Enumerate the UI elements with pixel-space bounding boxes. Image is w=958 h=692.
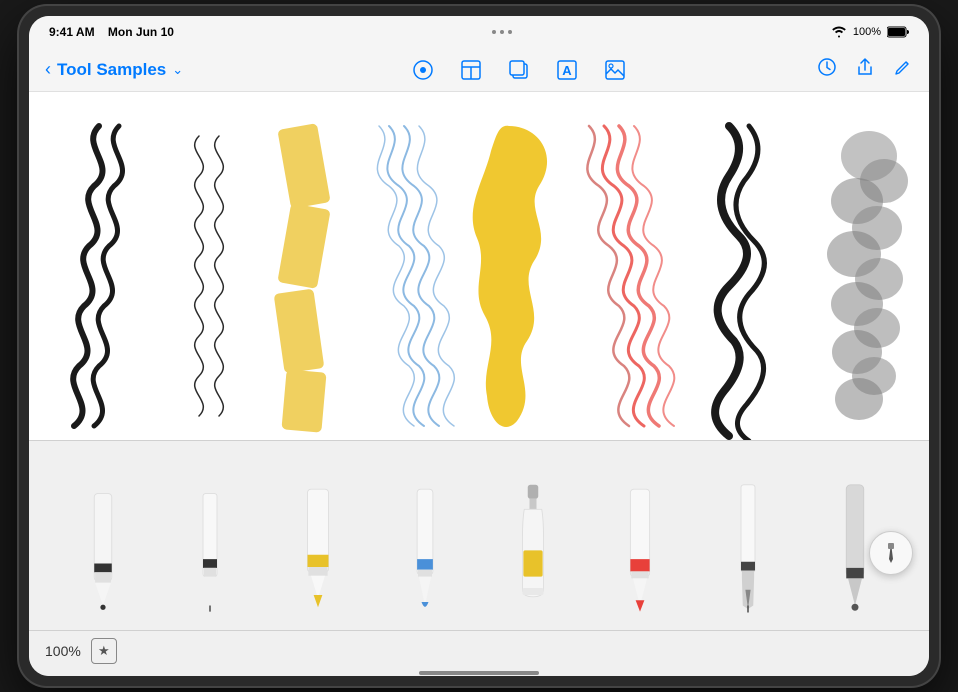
chevron-down-icon[interactable]: ⌄: [172, 62, 183, 78]
stroke-calligraphy: [715, 126, 764, 440]
tool-fineliner[interactable]: [157, 456, 265, 616]
date-label: Mon Jun 10: [108, 25, 174, 39]
stroke-yellow-paint: [473, 126, 547, 427]
status-bar: 9:41 AM Mon Jun 10 100%: [29, 16, 929, 48]
star-icon: ★: [98, 643, 110, 659]
status-time: 9:41 AM Mon Jun 10: [49, 25, 174, 39]
layers-tool-button[interactable]: [505, 56, 533, 84]
status-right: 100%: [831, 26, 909, 38]
bottom-bar: 100% ★: [29, 630, 929, 670]
nav-right-buttons: [813, 57, 913, 82]
time-label: 9:41 AM: [49, 25, 95, 39]
stroke-pen-squiggle: [73, 126, 122, 426]
favorites-button[interactable]: ★: [91, 638, 117, 664]
svg-text:A: A: [562, 63, 572, 78]
battery-percentage: 100%: [853, 26, 881, 38]
nav-title[interactable]: Tool Samples: [57, 60, 166, 80]
layout-tool-button[interactable]: [457, 56, 485, 84]
wifi-icon: [831, 26, 847, 38]
stroke-airbrush: [827, 131, 908, 420]
stroke-blue-pencil: [377, 126, 454, 426]
battery-icon: [887, 26, 909, 38]
back-button[interactable]: ‹: [45, 59, 51, 80]
nav-center-tools: A: [225, 56, 813, 84]
tool-brush[interactable]: [372, 456, 480, 616]
image-tool-button[interactable]: [601, 56, 629, 84]
nav-left: ‹ Tool Samples ⌄: [45, 59, 225, 80]
stroke-fineliner-loops: [195, 136, 224, 416]
dot1: [492, 30, 496, 34]
pencil-tip-button[interactable]: [869, 531, 913, 575]
tool-marker[interactable]: [264, 456, 372, 616]
pen-nib-tool-button[interactable]: [409, 56, 437, 84]
ipad-frame: 9:41 AM Mon Jun 10 100%: [19, 6, 939, 686]
edit-button[interactable]: [893, 57, 913, 82]
tool-pencil[interactable]: [49, 456, 157, 616]
text-tool-button[interactable]: A: [553, 56, 581, 84]
tool-crayon[interactable]: [587, 456, 695, 616]
tool-calligraphy[interactable]: [694, 456, 802, 616]
undo-button[interactable]: [817, 57, 837, 82]
home-indicator: [29, 670, 929, 676]
nav-bar: ‹ Tool Samples ⌄: [29, 48, 929, 92]
toolbar-area: [29, 440, 929, 630]
ipad-screen: 9:41 AM Mon Jun 10 100%: [29, 16, 929, 676]
stroke-red-crayon: [587, 126, 674, 426]
stroke-yellow-marker: [274, 123, 331, 432]
tool-paint-bottle[interactable]: [479, 456, 587, 616]
canvas-area[interactable]: [29, 92, 929, 440]
canvas-svg: [29, 92, 929, 440]
share-button[interactable]: [855, 57, 875, 82]
status-dots: [492, 30, 512, 34]
dot2: [500, 30, 504, 34]
zoom-level: 100%: [45, 643, 81, 659]
home-bar: [419, 671, 539, 675]
dot3: [508, 30, 512, 34]
